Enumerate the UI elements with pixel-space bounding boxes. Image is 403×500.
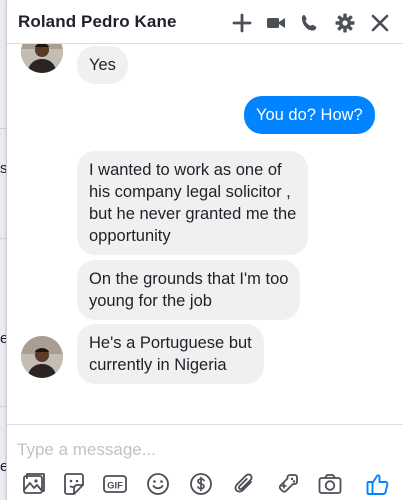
message-bubble-incoming[interactable]: He's a Portuguese but currently in Niger… — [77, 324, 264, 384]
chat-header: Roland Pedro Kane — [7, 0, 403, 44]
camera-icon[interactable] — [317, 471, 343, 497]
gif-label: GIF — [107, 480, 123, 491]
message-bubble-incoming[interactable]: I wanted to work as one of his company l… — [77, 151, 309, 255]
message-bubble-outgoing[interactable]: You do? How? — [244, 96, 375, 134]
game-controller-icon[interactable] — [275, 471, 301, 497]
attachment-icon[interactable] — [232, 471, 258, 497]
message-composer: GIF — [7, 424, 403, 500]
video-camera-icon[interactable] — [265, 12, 287, 34]
plus-icon[interactable] — [231, 12, 253, 34]
chat-title[interactable]: Roland Pedro Kane — [18, 12, 177, 32]
avatar[interactable] — [21, 336, 63, 378]
gif-icon[interactable]: GIF — [102, 471, 128, 497]
gear-icon[interactable] — [334, 12, 356, 34]
phone-icon[interactable] — [299, 12, 321, 34]
avatar[interactable] — [21, 44, 63, 73]
emoji-icon[interactable] — [145, 471, 171, 497]
message-list[interactable]: Yes You do? How? I wanted to work as one… — [7, 44, 403, 424]
chat-window: Roland Pedro Kane Yes You do? How? I wan… — [6, 0, 403, 500]
close-icon[interactable] — [369, 12, 391, 34]
message-bubble-incoming[interactable]: On the grounds that I'm too young for th… — [77, 260, 301, 320]
message-input[interactable] — [17, 435, 377, 465]
image-icon[interactable] — [21, 471, 47, 497]
payment-icon[interactable] — [188, 471, 214, 497]
thumbs-up-icon[interactable] — [365, 471, 391, 497]
message-bubble-incoming[interactable]: Yes — [77, 46, 128, 84]
sticker-icon[interactable] — [61, 471, 87, 497]
